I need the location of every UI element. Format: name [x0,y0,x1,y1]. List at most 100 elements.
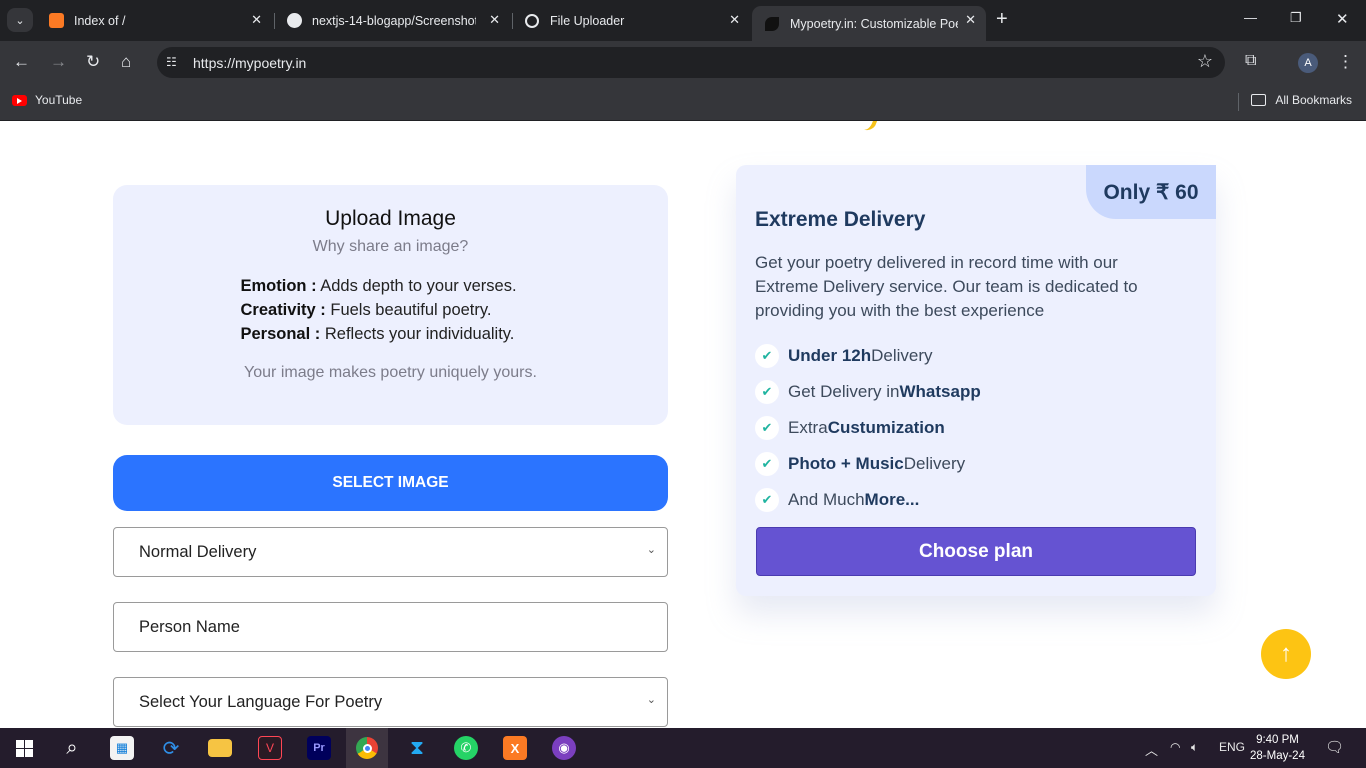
chrome-taskbar-button[interactable] [346,728,388,768]
choose-plan-button[interactable]: Choose plan [756,527,1196,576]
forward-icon[interactable]: → [50,52,67,72]
clock-date: 28-May-24 [1250,750,1305,762]
new-tab-button[interactable]: + [996,8,1008,31]
feature-item: ✔ Get Delivery in Whatsapp [755,374,981,410]
notifications-icon[interactable]: 🗨︎ [1325,738,1344,756]
xampp-icon[interactable]: X [503,736,527,760]
tab-search-button[interactable]: ⌄ [7,8,33,32]
all-bookmarks-button[interactable]: All Bookmarks [1251,93,1352,107]
language-select[interactable]: Select Your Language For Poetry ⌄ [113,677,668,727]
close-window-button[interactable]: ✕ [1336,10,1349,28]
volume-icon[interactable]: 🔈︎ [1191,740,1198,755]
decorative-swoosh [859,121,879,133]
feature-bold: Whatsapp [899,382,981,401]
chevron-up-icon[interactable]: ︿ [1145,740,1158,759]
feature-text: And Much [788,490,865,509]
upload-footer: Your image makes poetry uniquely yours. [244,364,537,381]
premiere-pro-icon[interactable]: Pr [307,736,331,760]
feature-list: ✔ Under 12h Delivery ✔ Get Delivery in Wha… [755,338,981,518]
delivery-select[interactable]: Normal Delivery ⌄ [113,527,668,577]
profile-avatar[interactable]: A [1298,53,1318,73]
tab-title: Mypoetry.in: Customizable Poet [790,16,958,31]
benefit-item: Personal : Reflects your individuality. [241,322,541,346]
clock-time: 9:40 PM [1256,734,1299,746]
feature-bold: More... [864,490,920,509]
feature-item: ✔ Photo + Music Delivery [755,446,981,482]
scroll-to-top-button[interactable]: ↑ [1261,629,1311,679]
benefits-list: Emotion : Adds depth to your verses. Cre… [241,274,541,346]
windows-start-icon[interactable] [12,736,36,760]
check-icon: ✔ [755,344,779,368]
restore-button[interactable]: ❐ [1290,10,1302,26]
benefit-text: Adds depth to your verses. [316,277,517,295]
github-desktop-icon[interactable]: ◉ [552,736,576,760]
tab-index-of[interactable]: Index of / ✕ [36,6,272,35]
person-name-input[interactable]: Person Name [113,602,668,652]
bookmark-label: YouTube [35,93,83,107]
all-bookmarks-label: All Bookmarks [1275,93,1352,107]
feature-text: Get Delivery in [788,382,900,401]
site-settings-icon[interactable]: ☷ [166,55,177,69]
feature-bold: Custumization [827,418,945,437]
arrow-up-icon: ↑ [1280,640,1292,667]
globe-icon [524,13,540,29]
feature-bold: Under 12h [788,346,872,365]
benefit-text: Fuels beautiful poetry. [325,301,492,319]
feature-text: Delivery [871,346,933,365]
select-image-button[interactable]: SELECT IMAGE [113,455,668,511]
chrome-icon [356,737,378,759]
menu-icon[interactable]: ⋮ [1337,52,1354,72]
close-icon[interactable]: ✕ [965,12,976,28]
check-icon: ✔ [755,488,779,512]
url-text[interactable]: https://mypoetry.in [193,55,306,71]
upload-info-card: Upload Image Why share an image? Emotion… [113,185,668,425]
benefit-item: Emotion : Adds depth to your verses. [241,274,541,298]
price-badge: Only ₹ 60 [1086,165,1216,219]
person-name-placeholder: Person Name [139,617,240,636]
tab-mypoetry[interactable]: Mypoetry.in: Customizable Poet ✕ [752,6,986,41]
close-icon[interactable]: ✕ [251,12,262,28]
language-selected-value: Select Your Language For Poetry [139,692,383,711]
wifi-icon[interactable]: ◠ [1170,740,1180,754]
sync-icon[interactable]: ⟳ [159,736,183,760]
bookmark-youtube[interactable]: YouTube [12,93,82,107]
feature-item: ✔ And Much More... [755,482,981,518]
plan-title: Extreme Delivery [755,208,926,231]
benefit-label: Emotion : [240,277,317,295]
divider [1238,93,1239,111]
browser-tab-strip: ⌄ Index of / ✕ nextjs-14-blogapp/Screens… [0,0,1366,41]
valorant-icon[interactable]: V [258,736,282,760]
browser-toolbar: ← → ↻ ⌂ ☷ https://mypoetry.in ☆ ⧉ A ⋮ [0,41,1366,85]
plan-description: Get your poetry delivered in record time… [755,253,1138,320]
xampp-icon [48,13,64,29]
chevron-down-icon: ⌄ [646,694,656,706]
windows-taskbar: ⌕ ▦ ⟳ V Pr ⧗ ✆ X ◉ ︿ ◠ 🔈︎ ENG 9:40 PM 28… [0,728,1366,768]
language-indicator[interactable]: ENG [1219,740,1245,754]
whatsapp-icon[interactable]: ✆ [454,736,478,760]
benefit-text: Reflects your individuality. [320,325,515,343]
tab-title: nextjs-14-blogapp/Screenshot [312,13,476,28]
bookmarks-bar: YouTube All Bookmarks [0,85,1366,121]
back-icon[interactable]: ← [13,52,30,72]
check-icon: ✔ [755,452,779,476]
reload-icon[interactable]: ↻ [86,52,100,72]
extensions-icon[interactable]: ⧉ [1245,52,1256,70]
address-bar[interactable]: ☷ https://mypoetry.in ☆ [157,47,1225,78]
benefit-label: Creativity : [240,301,326,319]
folder-icon [1251,94,1267,106]
bookmark-star-icon[interactable]: ☆ [1197,51,1213,72]
vscode-icon[interactable]: ⧗ [405,736,429,760]
store-icon[interactable]: ▦ [110,736,134,760]
upload-subtitle: Why share an image? [312,238,469,255]
tab-github[interactable]: nextjs-14-blogapp/Screenshot ✕ [274,6,510,35]
file-explorer-icon[interactable] [208,739,232,757]
home-icon[interactable]: ⌂ [121,52,131,72]
minimize-button[interactable]: — [1244,10,1257,25]
close-icon[interactable]: ✕ [489,12,500,28]
github-icon [286,13,302,29]
check-icon: ✔ [755,380,779,404]
clock[interactable]: 9:40 PM 28-May-24 [1250,732,1305,764]
tab-file-uploader[interactable]: File Uploader ✕ [512,6,750,35]
search-icon[interactable]: ⌕ [60,736,84,760]
close-icon[interactable]: ✕ [729,12,740,28]
